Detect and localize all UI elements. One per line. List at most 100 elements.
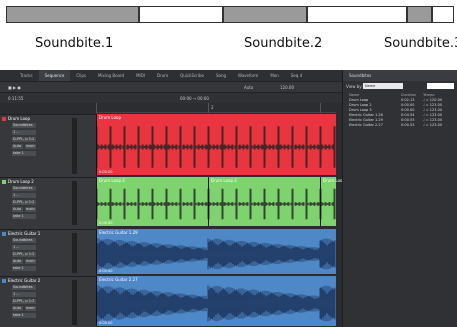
item-name: Drum Loop	[349, 98, 369, 102]
clip-title: Electric Guitar 2.27	[99, 277, 138, 282]
bar-marker	[320, 103, 321, 113]
tab-mixing-board[interactable]: Mixing Board	[92, 70, 130, 81]
track-field4b[interactable]: main	[25, 144, 36, 149]
item-duration: 0:00.00	[401, 103, 415, 107]
track-field5[interactable]: take 1	[12, 266, 36, 271]
range-readout: 00:00 → 00:00	[180, 96, 209, 101]
track-field3[interactable]: D-PPL, p 1:2	[12, 200, 36, 205]
item-duration: 0:00.00	[401, 108, 415, 112]
item-name: Electric Guitar 1.29	[349, 118, 383, 122]
item-duration: 0:02.13	[401, 98, 415, 102]
track-field4[interactable]: Auto	[12, 207, 23, 212]
clip[interactable]: Drum Loo	[320, 177, 342, 226]
soundbite-2-label: Soundbite.2	[244, 36, 323, 51]
timeline-ruler[interactable]: 2	[96, 103, 336, 113]
track-field1[interactable]: Soundbites	[12, 238, 36, 243]
strip-segment-4	[307, 6, 407, 23]
list-item[interactable]: Electric Guitar 2.27 0:00.53 ♩ = 123.00	[347, 123, 455, 128]
item-tempo: ♩ = 123.00	[423, 123, 443, 127]
track-field1[interactable]: Soundbites	[12, 285, 36, 290]
bar-marker	[208, 103, 209, 113]
track-field2[interactable]: 1 --	[12, 193, 36, 198]
track-name: Drum Loop 2	[8, 179, 34, 184]
clip-title: Drum Loo	[323, 178, 343, 183]
track-field2[interactable]: 1 --	[12, 245, 36, 250]
clip-time: 0:00.00	[99, 269, 113, 273]
track-field4b[interactable]: main	[25, 207, 36, 212]
track-color-swatch	[2, 279, 6, 283]
clip[interactable]: Electric Guitar 2.27 0:00.00	[96, 276, 336, 326]
track-field3[interactable]: D-PPL, p 1:2	[12, 252, 36, 257]
position-bar: 0:11:55 00:00 → 00:00	[0, 92, 342, 103]
track-lane[interactable]: Drum Loop 0:00.00	[96, 114, 336, 175]
clip-time: 0:00.00	[99, 170, 113, 174]
item-duration: 0:00.53	[401, 123, 415, 127]
track-field4[interactable]: Auto	[12, 144, 23, 149]
track-field2[interactable]: 1 --	[12, 292, 36, 297]
clip[interactable]: Drum Loop 2	[208, 177, 336, 226]
clip-time: 0:00.00	[99, 321, 113, 325]
clip[interactable]: Electric Guitar 1.29 0:00.00	[96, 229, 336, 274]
view-by-label: View by:	[346, 84, 363, 89]
item-tempo: ♩ = 123.00	[423, 108, 443, 112]
search-input[interactable]	[427, 83, 454, 89]
clip-title: Electric Guitar 1.29	[99, 230, 138, 235]
tab-seq-4[interactable]: Seq 4	[285, 70, 308, 81]
tab-bar: Tracks Sequence Clips Mixing Board MIDI Drum Q…	[0, 70, 342, 81]
track-name: Drum Loop	[8, 116, 31, 121]
tab-tracks[interactable]: Tracks	[14, 70, 39, 81]
clip[interactable]: Drum Loop 0:00.00	[96, 114, 336, 175]
tab-clips[interactable]: Clips	[70, 70, 92, 81]
track-header[interactable]: Electric Guitar 2 Soundbites 1 -- D-PPL, p …	[0, 276, 96, 327]
track-header[interactable]: Electric Guitar 1 Soundbites 1 -- D-PPL, p …	[0, 229, 96, 275]
track-field1[interactable]: Soundbites	[12, 186, 36, 191]
strip-segment-1	[6, 6, 139, 23]
transport-controls[interactable]: ■ ▶ ●	[8, 85, 21, 90]
panel-title-bar: Soundbites	[343, 70, 457, 81]
track-field5[interactable]: take 1	[12, 214, 36, 219]
track-field3[interactable]: D-PPL, p 1:2	[12, 299, 36, 304]
clip-title: Drum Loop 2	[99, 178, 125, 183]
track-field4b[interactable]: main	[25, 259, 36, 264]
tab-quickscribe[interactable]: QuickScribe	[174, 70, 210, 81]
track-lane[interactable]: Drum Loop 2 0:00.00 Drum Loop 2 Drum Loo	[96, 177, 342, 226]
item-tempo: ♩ = 123.00	[423, 118, 443, 122]
track-field1[interactable]: Soundbites	[12, 123, 36, 128]
daw-window: Tracks Sequence Clips Mixing Board MIDI Drum Q…	[0, 70, 457, 327]
tab-mon[interactable]: Mon	[264, 70, 284, 81]
track-header[interactable]: Drum Loop Soundbites 1 -- D-PPL, p 1:2 Auto t…	[0, 114, 96, 176]
item-tempo: ♩ = 123.00	[423, 113, 443, 117]
track-field5[interactable]: take 1	[12, 313, 36, 318]
tempo-readout: 120.00	[280, 85, 294, 90]
track-field5[interactable]: take 1	[12, 151, 36, 156]
strip-segment-6	[432, 6, 454, 23]
level-meter	[72, 118, 77, 174]
track-field4[interactable]: Auto	[12, 306, 23, 311]
clip-time: 0:00.00	[99, 221, 113, 225]
item-name: Drum Loop 2	[349, 103, 372, 107]
track-header[interactable]: Drum Loop 2 Soundbites 1 -- D-PPL, p 1:2 Aut…	[0, 177, 96, 227]
column-duration: Duration	[401, 93, 417, 97]
track-lane[interactable]: Electric Guitar 2.27 0:00.00	[96, 276, 336, 326]
auto-mode[interactable]: Auto	[244, 85, 253, 90]
track-headers: Drum Loop Soundbites 1 -- D-PPL, p 1:2 Auto t…	[0, 114, 96, 327]
track-field2[interactable]: 1 --	[12, 130, 36, 135]
soundbite-1-label: Soundbite.1	[35, 36, 114, 51]
item-tempo: ♩ = 120.00	[423, 98, 443, 102]
level-meter	[72, 280, 77, 325]
tab-sequence[interactable]: Sequence	[38, 70, 71, 81]
track-field3[interactable]: D-PPL, p 1:2	[12, 137, 36, 142]
item-name: Drum Loop 3	[349, 108, 372, 112]
tab-waveform[interactable]: Waveform	[232, 70, 264, 81]
level-meter	[72, 233, 77, 273]
track-field4[interactable]: Auto	[12, 259, 23, 264]
track-lane[interactable]: Electric Guitar 1.29 0:00.00	[96, 229, 336, 274]
view-by-select[interactable]: Name	[363, 83, 403, 89]
tab-drum[interactable]: Drum	[151, 70, 174, 81]
track-name: Electric Guitar 2	[8, 278, 41, 283]
tab-song[interactable]: Song	[210, 70, 232, 81]
tab-midi[interactable]: MIDI	[130, 70, 151, 81]
track-field4b[interactable]: main	[25, 306, 36, 311]
panel-title: Soundbites	[349, 73, 372, 78]
item-tempo: ♩ = 123.00	[423, 103, 443, 107]
